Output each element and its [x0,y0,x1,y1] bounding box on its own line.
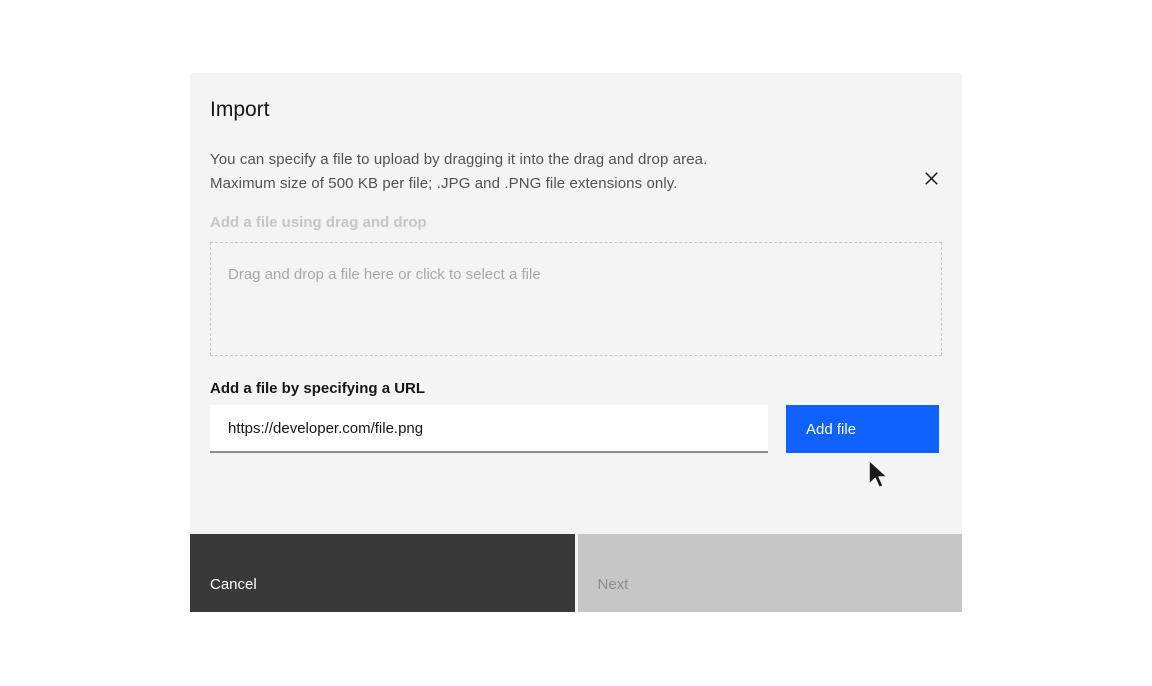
drag-drop-label: Add a file using drag and drop [210,214,942,232]
page-title: Import [210,97,942,123]
modal-header: Import [190,73,962,123]
url-section-label: Add a file by specifying a URL [210,380,942,398]
url-input[interactable] [210,405,768,453]
cancel-button[interactable]: Cancel [190,534,575,612]
drop-zone-placeholder: Drag and drop a file here or click to se… [228,266,541,283]
import-modal: Import You can specify a file to upload … [190,73,962,612]
next-button[interactable]: Next [578,534,963,612]
modal-body: You can specify a file to upload by drag… [190,123,962,534]
file-drop-zone[interactable]: Drag and drop a file here or click to se… [210,242,942,356]
url-input-row: Add file [210,405,942,453]
modal-footer: Cancel Next [190,534,962,612]
modal-description: You can specify a file to upload by drag… [210,148,745,196]
close-icon [923,170,940,187]
add-file-button[interactable]: Add file [786,405,939,453]
close-button[interactable] [915,162,947,194]
